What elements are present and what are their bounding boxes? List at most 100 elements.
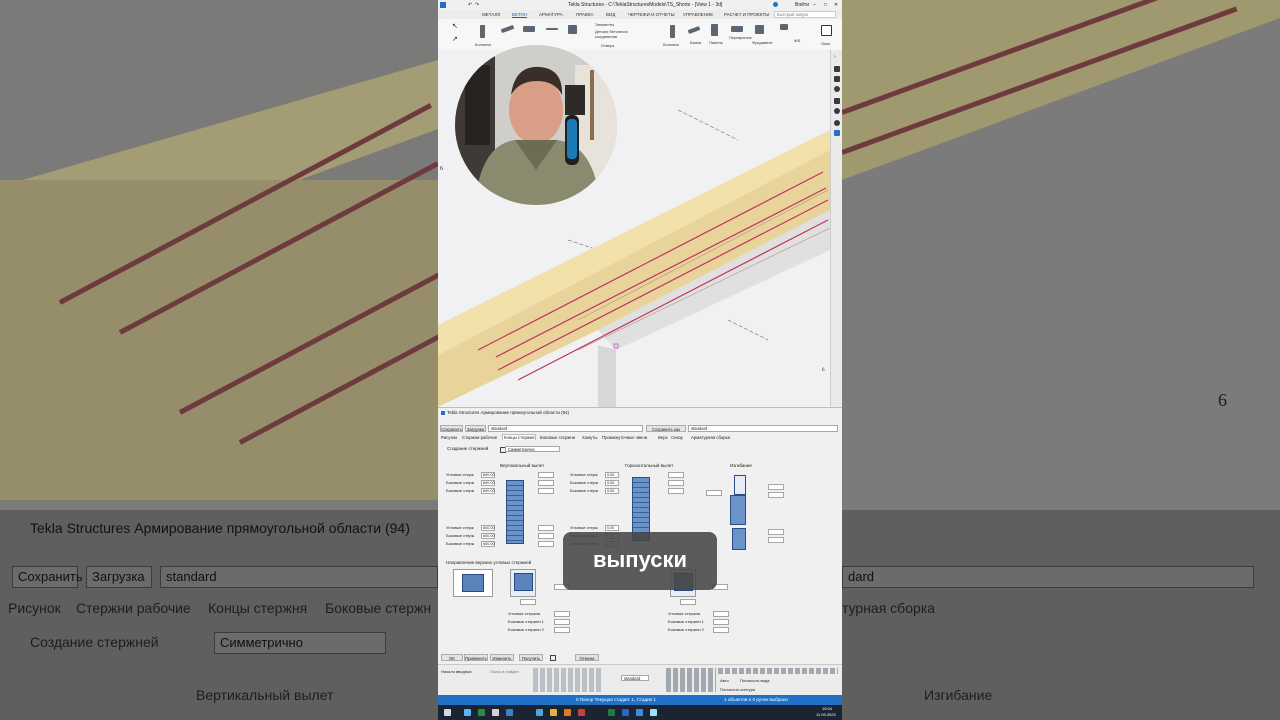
- redo-icon[interactable]: ↷: [475, 2, 479, 8]
- dialog-saveas-button[interactable]: Сохранить как: [646, 425, 686, 432]
- vert-right-box2[interactable]: [538, 480, 554, 486]
- ok-button[interactable]: OK: [441, 654, 463, 661]
- tab-bottom[interactable]: Снизу: [670, 435, 684, 440]
- menu-manage[interactable]: УПРАВЛЕНИЕ: [683, 12, 713, 17]
- slab2-icon[interactable]: [731, 26, 743, 32]
- tab-stirrups[interactable]: Хомуты: [581, 435, 598, 440]
- properties-icon[interactable]: [834, 130, 840, 136]
- windows-start-icon[interactable]: [444, 709, 451, 716]
- task-icon-7[interactable]: [564, 709, 571, 716]
- horiz-side1-field[interactable]: 0.00: [605, 480, 619, 486]
- globe-icon[interactable]: [834, 86, 840, 92]
- direction-picker-mid[interactable]: [510, 569, 536, 597]
- vert-bottom-side2-field[interactable]: 600.00: [481, 541, 495, 547]
- horiz-corner-field[interactable]: 0.00: [605, 472, 619, 478]
- grid-buttons-3[interactable]: [718, 668, 838, 674]
- cancel-button[interactable]: Отмена: [575, 654, 599, 661]
- vert-bottom-corner-field[interactable]: 600.00: [481, 525, 495, 531]
- dialog-load-button[interactable]: Загрузка: [465, 425, 486, 432]
- menu-edit[interactable]: ПРАВКА: [576, 12, 594, 17]
- info-icon[interactable]: [834, 120, 840, 126]
- plane-view-select[interactable]: Плоскость вида: [740, 678, 769, 683]
- beam2-icon[interactable]: [687, 26, 701, 34]
- horiz-right-box2[interactable]: [668, 480, 684, 486]
- slab-icon[interactable]: [523, 26, 535, 32]
- standard-select[interactable]: standard: [621, 675, 649, 681]
- dialog-save-button[interactable]: Сохранить: [440, 425, 463, 432]
- tab-assembly[interactable]: Арматурная сборка: [690, 435, 731, 440]
- window-icon[interactable]: [821, 25, 832, 36]
- vert-side2-field[interactable]: 600.00: [481, 488, 495, 494]
- close-button[interactable]: ✕: [834, 2, 838, 8]
- bend-box1[interactable]: [706, 490, 722, 496]
- bend-box4[interactable]: [768, 529, 784, 535]
- creation-select[interactable]: Симметрично: [505, 446, 560, 452]
- bottom-field-2[interactable]: [554, 619, 570, 625]
- task-icon-10[interactable]: [622, 709, 629, 716]
- apply-button[interactable]: Применить: [464, 654, 488, 661]
- column2-icon[interactable]: [670, 25, 675, 38]
- snap-icon[interactable]: [834, 66, 840, 72]
- vert-right-box1[interactable]: [538, 472, 554, 478]
- login-link[interactable]: Войти: [795, 2, 809, 8]
- menu-analysis[interactable]: РАСЧЕТ И ПРОЕКТЫ: [724, 12, 769, 17]
- vert-bottom-box2[interactable]: [538, 533, 554, 539]
- tab-bar-ends[interactable]: Концы стержня: [502, 434, 537, 440]
- minimize-button[interactable]: –: [813, 2, 816, 8]
- direction-field-1[interactable]: [520, 599, 536, 605]
- task-icon-12[interactable]: [650, 709, 657, 716]
- bend-box5[interactable]: [768, 537, 784, 543]
- get-button[interactable]: Получить: [519, 654, 543, 661]
- tab-side-bars[interactable]: Боковые стержни: [539, 435, 576, 440]
- vert-bottom-side1-field[interactable]: 600.00: [481, 533, 495, 539]
- vert-bottom-box1[interactable]: [538, 525, 554, 531]
- bottom-field-1[interactable]: [554, 611, 570, 617]
- task-icon-4[interactable]: [506, 709, 513, 716]
- tab-main-bars[interactable]: Стержни рабочие: [461, 435, 498, 440]
- bottom-field-6[interactable]: [713, 627, 729, 633]
- foundation-icon[interactable]: [755, 25, 764, 34]
- bottom-field-5[interactable]: [713, 619, 729, 625]
- horiz-side2-field[interactable]: 0.00: [605, 488, 619, 494]
- direction-field-3[interactable]: [680, 599, 696, 605]
- panel-icon[interactable]: [711, 24, 718, 36]
- quick-launch-input[interactable]: Быстрый запуск: [774, 11, 836, 18]
- pad-icon[interactable]: [568, 25, 577, 34]
- menu-rebar[interactable]: АРМАТУРА: [539, 12, 563, 17]
- bottom-field-4[interactable]: [713, 611, 729, 617]
- dialog-preset-select[interactable]: standard: [488, 425, 643, 432]
- task-icon-1[interactable]: [464, 709, 471, 716]
- settings-icon[interactable]: [834, 108, 840, 114]
- beam-icon[interactable]: [500, 24, 515, 34]
- tab-top[interactable]: Верх: [657, 435, 669, 440]
- vert-side1-field[interactable]: 600.00: [481, 480, 495, 486]
- help-tool-icon[interactable]: ↗: [452, 35, 458, 43]
- select-tool-icon[interactable]: ↖: [452, 22, 458, 30]
- grid-buttons-2[interactable]: [666, 668, 716, 692]
- task-icon-6[interactable]: [550, 709, 557, 716]
- toggle-all-checkbox[interactable]: [550, 655, 556, 661]
- task-icon-8[interactable]: [578, 709, 585, 716]
- auto-select[interactable]: Авто: [720, 678, 729, 683]
- task-icon-3[interactable]: [492, 709, 499, 716]
- horiz-bottom-corner-field[interactable]: 0.00: [605, 525, 619, 531]
- filter-icon[interactable]: [834, 76, 840, 82]
- jb-icon[interactable]: [780, 24, 788, 30]
- bend-box2[interactable]: [768, 484, 784, 490]
- vert-bottom-box3[interactable]: [538, 541, 554, 547]
- arrow-right-icon[interactable]: ›: [834, 54, 840, 60]
- bend-box3[interactable]: [768, 492, 784, 498]
- grid-buttons-1[interactable]: [533, 668, 601, 692]
- bottom-field-3[interactable]: [554, 627, 570, 633]
- rebar-icon[interactable]: [546, 28, 558, 30]
- dialog-saveas-input[interactable]: standard: [688, 425, 838, 432]
- menu-metal[interactable]: МЕТАЛЛ: [482, 12, 500, 17]
- horiz-right-box3[interactable]: [668, 488, 684, 494]
- tab-picture[interactable]: Рисунок: [440, 435, 458, 440]
- tab-intermediate[interactable]: Промежуточные звена: [601, 435, 648, 440]
- task-icon-9[interactable]: [608, 709, 615, 716]
- vert-corner-field[interactable]: 600.00: [481, 472, 495, 478]
- menu-drawings[interactable]: ЧЕРТЕЖИ И ОТЧЕТЫ: [628, 12, 675, 17]
- cloud-icon[interactable]: [834, 98, 840, 104]
- task-icon-2[interactable]: [478, 709, 485, 716]
